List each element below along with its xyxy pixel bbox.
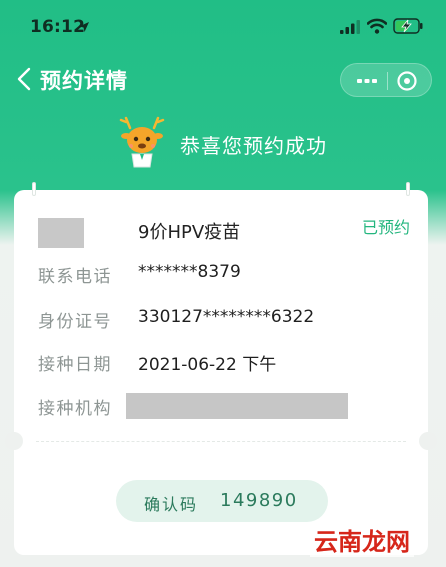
confirmation-label: 确认码 bbox=[144, 495, 199, 514]
status-badge: 已预约 bbox=[362, 218, 411, 237]
card-divider bbox=[36, 441, 406, 442]
page-title: 预约详情 bbox=[40, 69, 128, 93]
confirmation-code: 确认码 149890 bbox=[116, 480, 328, 522]
id-label: 身份证号 bbox=[38, 312, 112, 332]
vaccine-thumbnail bbox=[38, 218, 84, 248]
id-row: 身份证号 330127********6322 bbox=[38, 307, 418, 337]
location-arrow-icon bbox=[79, 22, 89, 32]
id-value: 330127********6322 bbox=[138, 307, 315, 327]
wifi-icon bbox=[367, 18, 387, 34]
status-bar: 16:12 bbox=[0, 0, 446, 48]
confirmation-value: 149890 bbox=[220, 490, 298, 511]
vaccine-name: 9价HPV疫苗 bbox=[138, 222, 241, 243]
appointment-card: 9价HPV疫苗 已预约 联系电话 *******8379 身份证号 330127… bbox=[5, 182, 437, 555]
card-notch-left bbox=[5, 432, 23, 450]
close-circle-icon[interactable] bbox=[396, 70, 418, 92]
institution-label: 接种机构 bbox=[38, 399, 112, 419]
card-notch-right bbox=[419, 432, 437, 450]
signal-icon bbox=[340, 20, 360, 34]
phone-row: 联系电话 *******8379 bbox=[38, 262, 418, 292]
phone-label: 联系电话 bbox=[38, 267, 112, 287]
capsule-divider bbox=[387, 72, 388, 90]
more-dots-icon[interactable] bbox=[357, 79, 377, 84]
status-time: 16:12 bbox=[30, 17, 86, 37]
deer-mascot-icon bbox=[119, 116, 165, 168]
date-row: 接种日期 2021-06-22 下午 bbox=[38, 350, 418, 380]
battery-charging-icon bbox=[393, 18, 423, 34]
card-pin-left bbox=[32, 182, 36, 196]
watermark: 云南龙网 bbox=[310, 522, 414, 557]
date-label: 接种日期 bbox=[38, 355, 112, 375]
success-message: 恭喜您预约成功 bbox=[180, 134, 327, 158]
chevron-left-icon[interactable] bbox=[14, 66, 36, 92]
institution-redacted bbox=[126, 393, 348, 419]
success-banner: 恭喜您预约成功 bbox=[0, 116, 446, 172]
mini-program-capsule bbox=[340, 63, 432, 97]
card-pin-right bbox=[406, 182, 410, 196]
date-value: 2021-06-22 下午 bbox=[138, 355, 277, 375]
phone-value: *******8379 bbox=[138, 262, 241, 282]
